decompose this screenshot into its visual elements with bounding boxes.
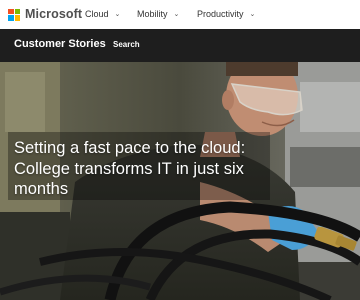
nav-item-cloud[interactable]: Cloud ⌄ [85, 9, 120, 20]
brand-name: Microsoft [25, 7, 83, 21]
chevron-down-icon: ⌄ [173, 11, 180, 18]
chevron-down-icon: ⌄ [249, 11, 256, 18]
hero-headline[interactable]: Setting a fast pace to the cloud: Colleg… [14, 138, 276, 200]
top-navigation: Microsoft Cloud ⌄ Mobility ⌄ Productivit… [0, 0, 360, 30]
hero-banner[interactable]: Setting a fast pace to the cloud: Colleg… [0, 62, 360, 300]
chevron-down-icon: ⌄ [114, 11, 121, 18]
microsoft-logo[interactable]: Microsoft [8, 8, 82, 21]
customer-stories-link[interactable]: Customer Stories [14, 38, 106, 51]
nav-item-label: Productivity [197, 9, 244, 19]
customer-stories-bar: Customer Stories Search [0, 29, 360, 62]
nav-item-label: Mobility [137, 9, 168, 19]
nav-item-productivity[interactable]: Productivity ⌄ [197, 9, 255, 20]
nav-item-label: Cloud [85, 9, 109, 19]
microsoft-logo-icon [8, 8, 20, 21]
search-link[interactable]: Search [113, 39, 140, 50]
nav-item-mobility[interactable]: Mobility ⌄ [137, 9, 179, 20]
